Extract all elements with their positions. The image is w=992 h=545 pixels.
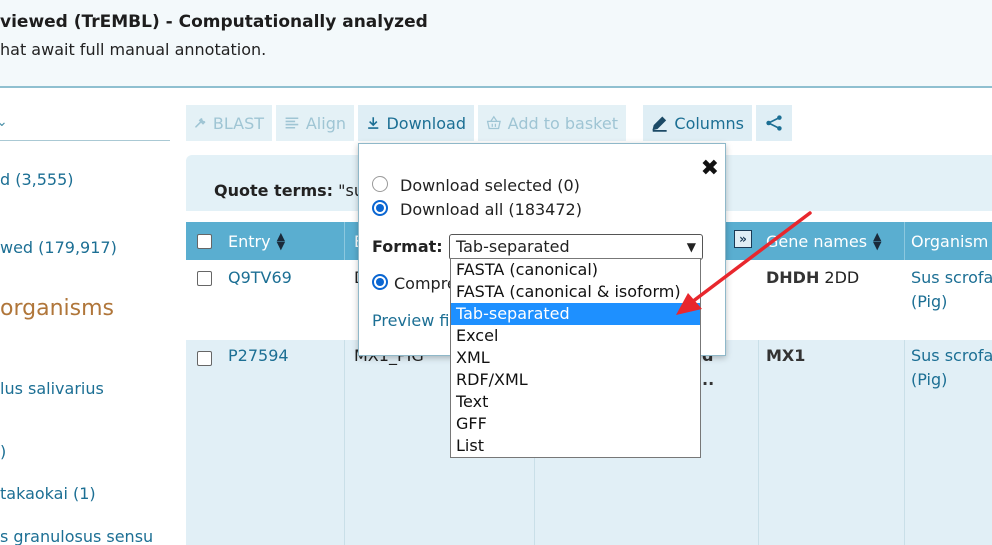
caret-icon[interactable]: ⌄ [0,114,8,130]
info-banner: viewed (TrEMBL) - Computationally analyz… [0,0,992,88]
banner-title: viewed (TrEMBL) - Computationally analyz… [0,12,428,32]
sidebar-organism-1[interactable]: lus salivarius [0,379,104,398]
format-option[interactable]: GFF [451,413,700,435]
column-separator [904,222,905,260]
gene-names: MX1 [766,346,805,365]
download-selected-label[interactable]: Download selected (0) [400,176,580,195]
protein-name-ellipsis: .. [702,370,715,389]
columns-label: Columns [674,113,744,133]
sidebar-organism-2[interactable]: ) [0,442,6,461]
format-label: Format: [372,237,443,256]
banner-title-rest: - Computationally analyzed [159,12,428,32]
align-lines-icon [285,117,299,129]
sidebar-organism-3[interactable]: takaokai (1) [0,484,96,503]
filter-sidebar: ⌄ d (3,555) wed (179,917) organisms lus … [0,90,175,545]
share-button[interactable] [756,105,792,141]
row-checkbox[interactable] [197,271,212,286]
download-button[interactable]: Download [358,105,474,141]
organism-common-name[interactable]: (Pig) [911,292,947,311]
download-icon [368,117,379,129]
download-all-radio[interactable] [372,200,388,216]
quote-terms-text: Quote terms: "su [214,181,364,200]
close-icon[interactable]: ✖ [701,156,719,181]
row-checkbox[interactable] [197,351,212,366]
format-option[interactable]: RDF/XML [451,369,700,391]
sort-icon[interactable]: ▲ ▼ [873,231,881,251]
column-separator [904,340,905,545]
format-option[interactable]: Excel [451,325,700,347]
column-separator [344,222,345,260]
sidebar-organism-4[interactable]: s granulosus sensu [0,527,153,545]
preview-link[interactable]: Preview fi [372,311,449,330]
column-separator [758,340,759,545]
annotation-arrow [676,211,812,315]
column-header-organism[interactable]: Organism [911,222,988,260]
basket-icon [486,115,501,130]
sidebar-divider [0,140,170,141]
organism-common-name[interactable]: (Pig) [911,370,947,389]
banner-title-main: viewed (TrEMBL) [0,12,160,32]
entry-header-label: Entry [228,231,271,251]
quote-terms-label: Quote terms: [214,181,334,200]
sort-icon[interactable]: ▲ ▼ [277,231,285,251]
sidebar-heading-organisms: organisms [0,296,114,321]
download-label: Download [386,113,466,133]
download-all-label[interactable]: Download all (183472) [400,200,582,219]
column-header-entry[interactable]: Entry ▲ ▼ [228,222,285,260]
share-icon [766,115,782,131]
compressed-label[interactable]: Compre [394,274,457,293]
format-option[interactable]: Text [451,391,700,413]
format-option[interactable]: XML [451,347,700,369]
entry-accession-link[interactable]: P27594 [228,346,289,365]
column-separator [344,340,345,545]
select-all-checkbox[interactable] [197,234,212,249]
gene-synonym: 2DD [819,268,860,287]
columns-button[interactable]: Columns [643,105,752,141]
basket-label: Add to basket [507,113,618,133]
organism-link[interactable]: Sus scrofa [911,346,992,365]
align-label: Align [305,113,346,133]
organism-link[interactable]: Sus scrofa [911,268,992,287]
pencil-icon [652,116,667,132]
align-button[interactable]: Align [276,105,354,141]
blast-label: BLAST [212,113,264,133]
format-select-value: Tab-separated [456,237,570,256]
compressed-radio[interactable] [372,274,388,290]
add-to-basket-button[interactable]: Add to basket [478,105,626,141]
format-option[interactable]: List [451,435,700,457]
download-selected-radio[interactable] [372,176,388,192]
entry-accession-link[interactable]: Q9TV69 [228,268,292,287]
gene-primary: MX1 [766,346,806,365]
sidebar-filter-reviewed[interactable]: d (3,555) [0,170,74,189]
wrench-icon [195,117,206,128]
banner-subtitle: hat await full manual annotation. [0,40,267,59]
blast-button[interactable]: BLAST [186,105,272,141]
sidebar-filter-unreviewed[interactable]: wed (179,917) [0,238,117,257]
